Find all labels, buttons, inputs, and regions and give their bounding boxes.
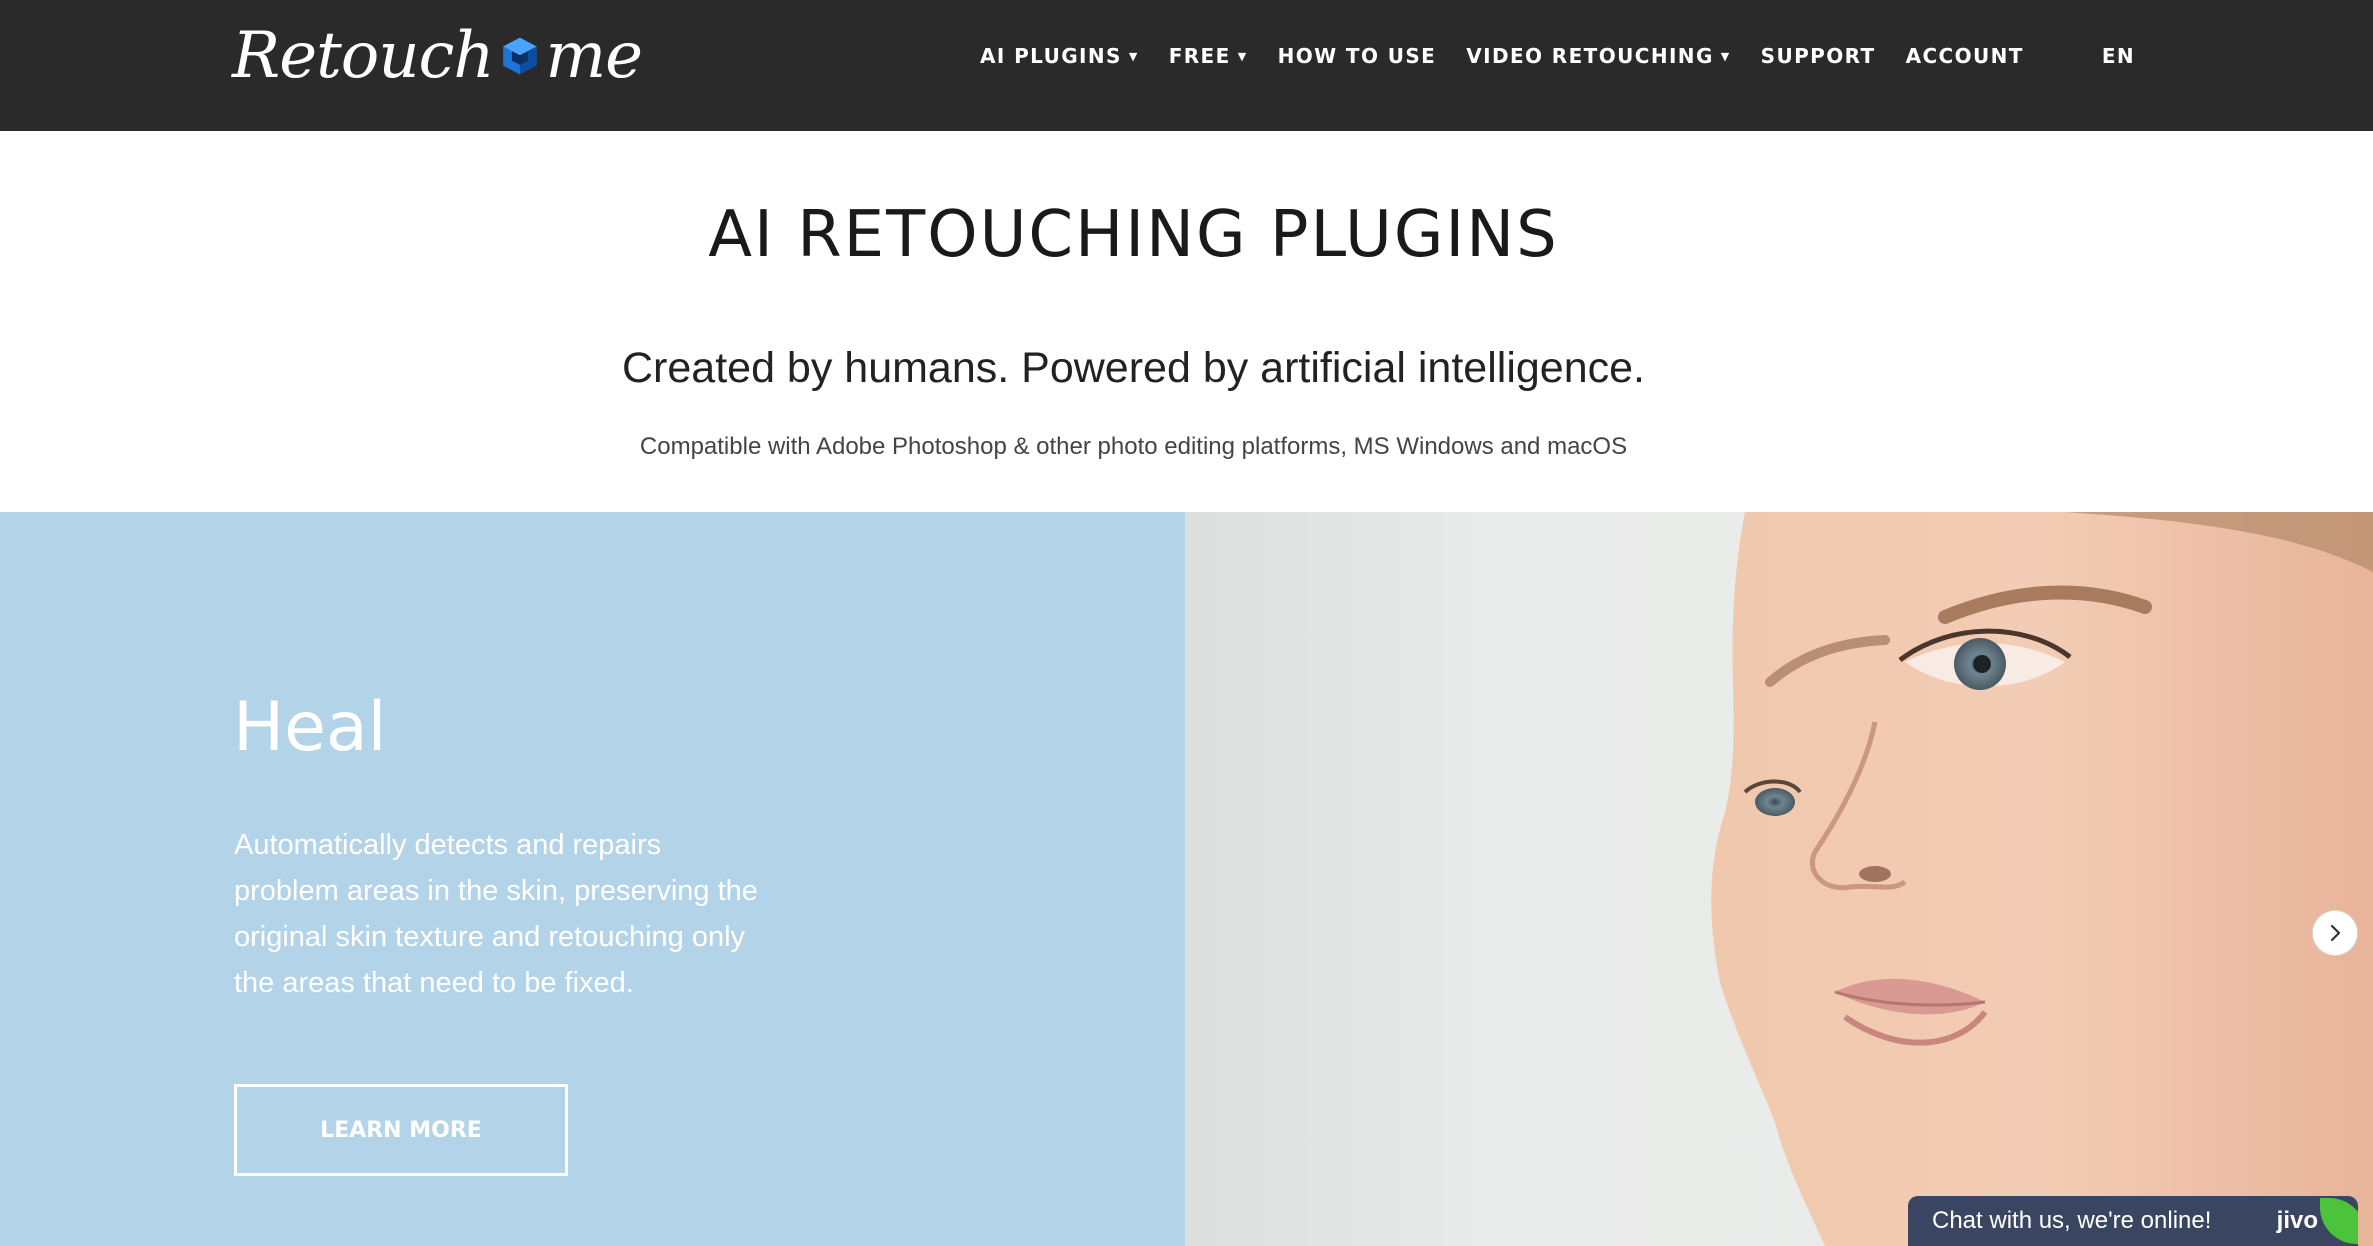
caret-down-icon: ▼ (1237, 49, 1248, 63)
page-title: AI RETOUCHING PLUGINS (708, 198, 1559, 272)
feature-slider: Heal Automatically detects and repairs p… (0, 512, 2373, 1246)
logo-text-right: me (545, 19, 643, 93)
live-chat-widget[interactable]: Chat with us, we're online! jivo (1908, 1196, 2358, 1246)
nav-free[interactable]: FREE ▼ (1169, 44, 1248, 68)
slide-title: Heal (233, 688, 387, 767)
nav-account-label: ACCOUNT (1905, 44, 2024, 68)
caret-down-icon: ▼ (1128, 49, 1139, 63)
nav-video-retouching[interactable]: VIDEO RETOUCHING ▼ (1466, 44, 1730, 68)
logo-text-left: Retouch (232, 19, 495, 93)
retouchme-logo[interactable]: Retouch me (232, 4, 643, 108)
nav-ai-plugins-label: AI PLUGINS (980, 44, 1122, 68)
learn-more-button[interactable]: LEARN MORE (234, 1084, 568, 1176)
nav-ai-plugins[interactable]: AI PLUGINS ▼ (980, 44, 1139, 68)
slide-description: Automatically detects and repairs proble… (234, 829, 758, 999)
nav-account[interactable]: ACCOUNT (1906, 44, 2024, 68)
caret-down-icon: ▼ (1720, 49, 1731, 63)
page-subtitle: Created by humans. Powered by artificial… (622, 344, 1645, 392)
chat-brand-logo: jivo (2276, 1207, 2318, 1234)
nav-how-to-use[interactable]: HOW TO USE (1278, 44, 1437, 68)
language-label: EN (2101, 44, 2136, 68)
compatibility-note: Compatible with Adobe Photoshop & other … (639, 433, 1628, 460)
chat-leaf-icon (2320, 1198, 2358, 1244)
face-portrait-image (1711, 512, 2373, 1246)
slide-text-panel: Heal Automatically detects and repairs p… (0, 512, 1185, 1246)
nav-video-retouching-label: VIDEO RETOUCHING (1466, 44, 1714, 68)
top-navigation-bar: Retouch me AI PLUGINS ▼ FREE ▼ HOW TO US… (0, 0, 2373, 131)
chat-status-text: Chat with us, we're online! (1932, 1207, 2212, 1234)
main-menu: AI PLUGINS ▼ FREE ▼ HOW TO USE VIDEO RET… (980, 36, 2135, 76)
logo-cube-icon (502, 37, 537, 75)
nav-support[interactable]: SUPPORT (1761, 44, 1876, 68)
nav-support-label: SUPPORT (1760, 44, 1876, 68)
slide-image-panel (1185, 512, 2373, 1246)
chevron-right-icon (2330, 924, 2341, 942)
nav-how-to-use-label: HOW TO USE (1277, 44, 1437, 68)
nav-free-label: FREE (1168, 44, 1231, 68)
language-selector[interactable]: EN (2102, 44, 2135, 68)
slider-next-button[interactable] (2312, 910, 2358, 956)
